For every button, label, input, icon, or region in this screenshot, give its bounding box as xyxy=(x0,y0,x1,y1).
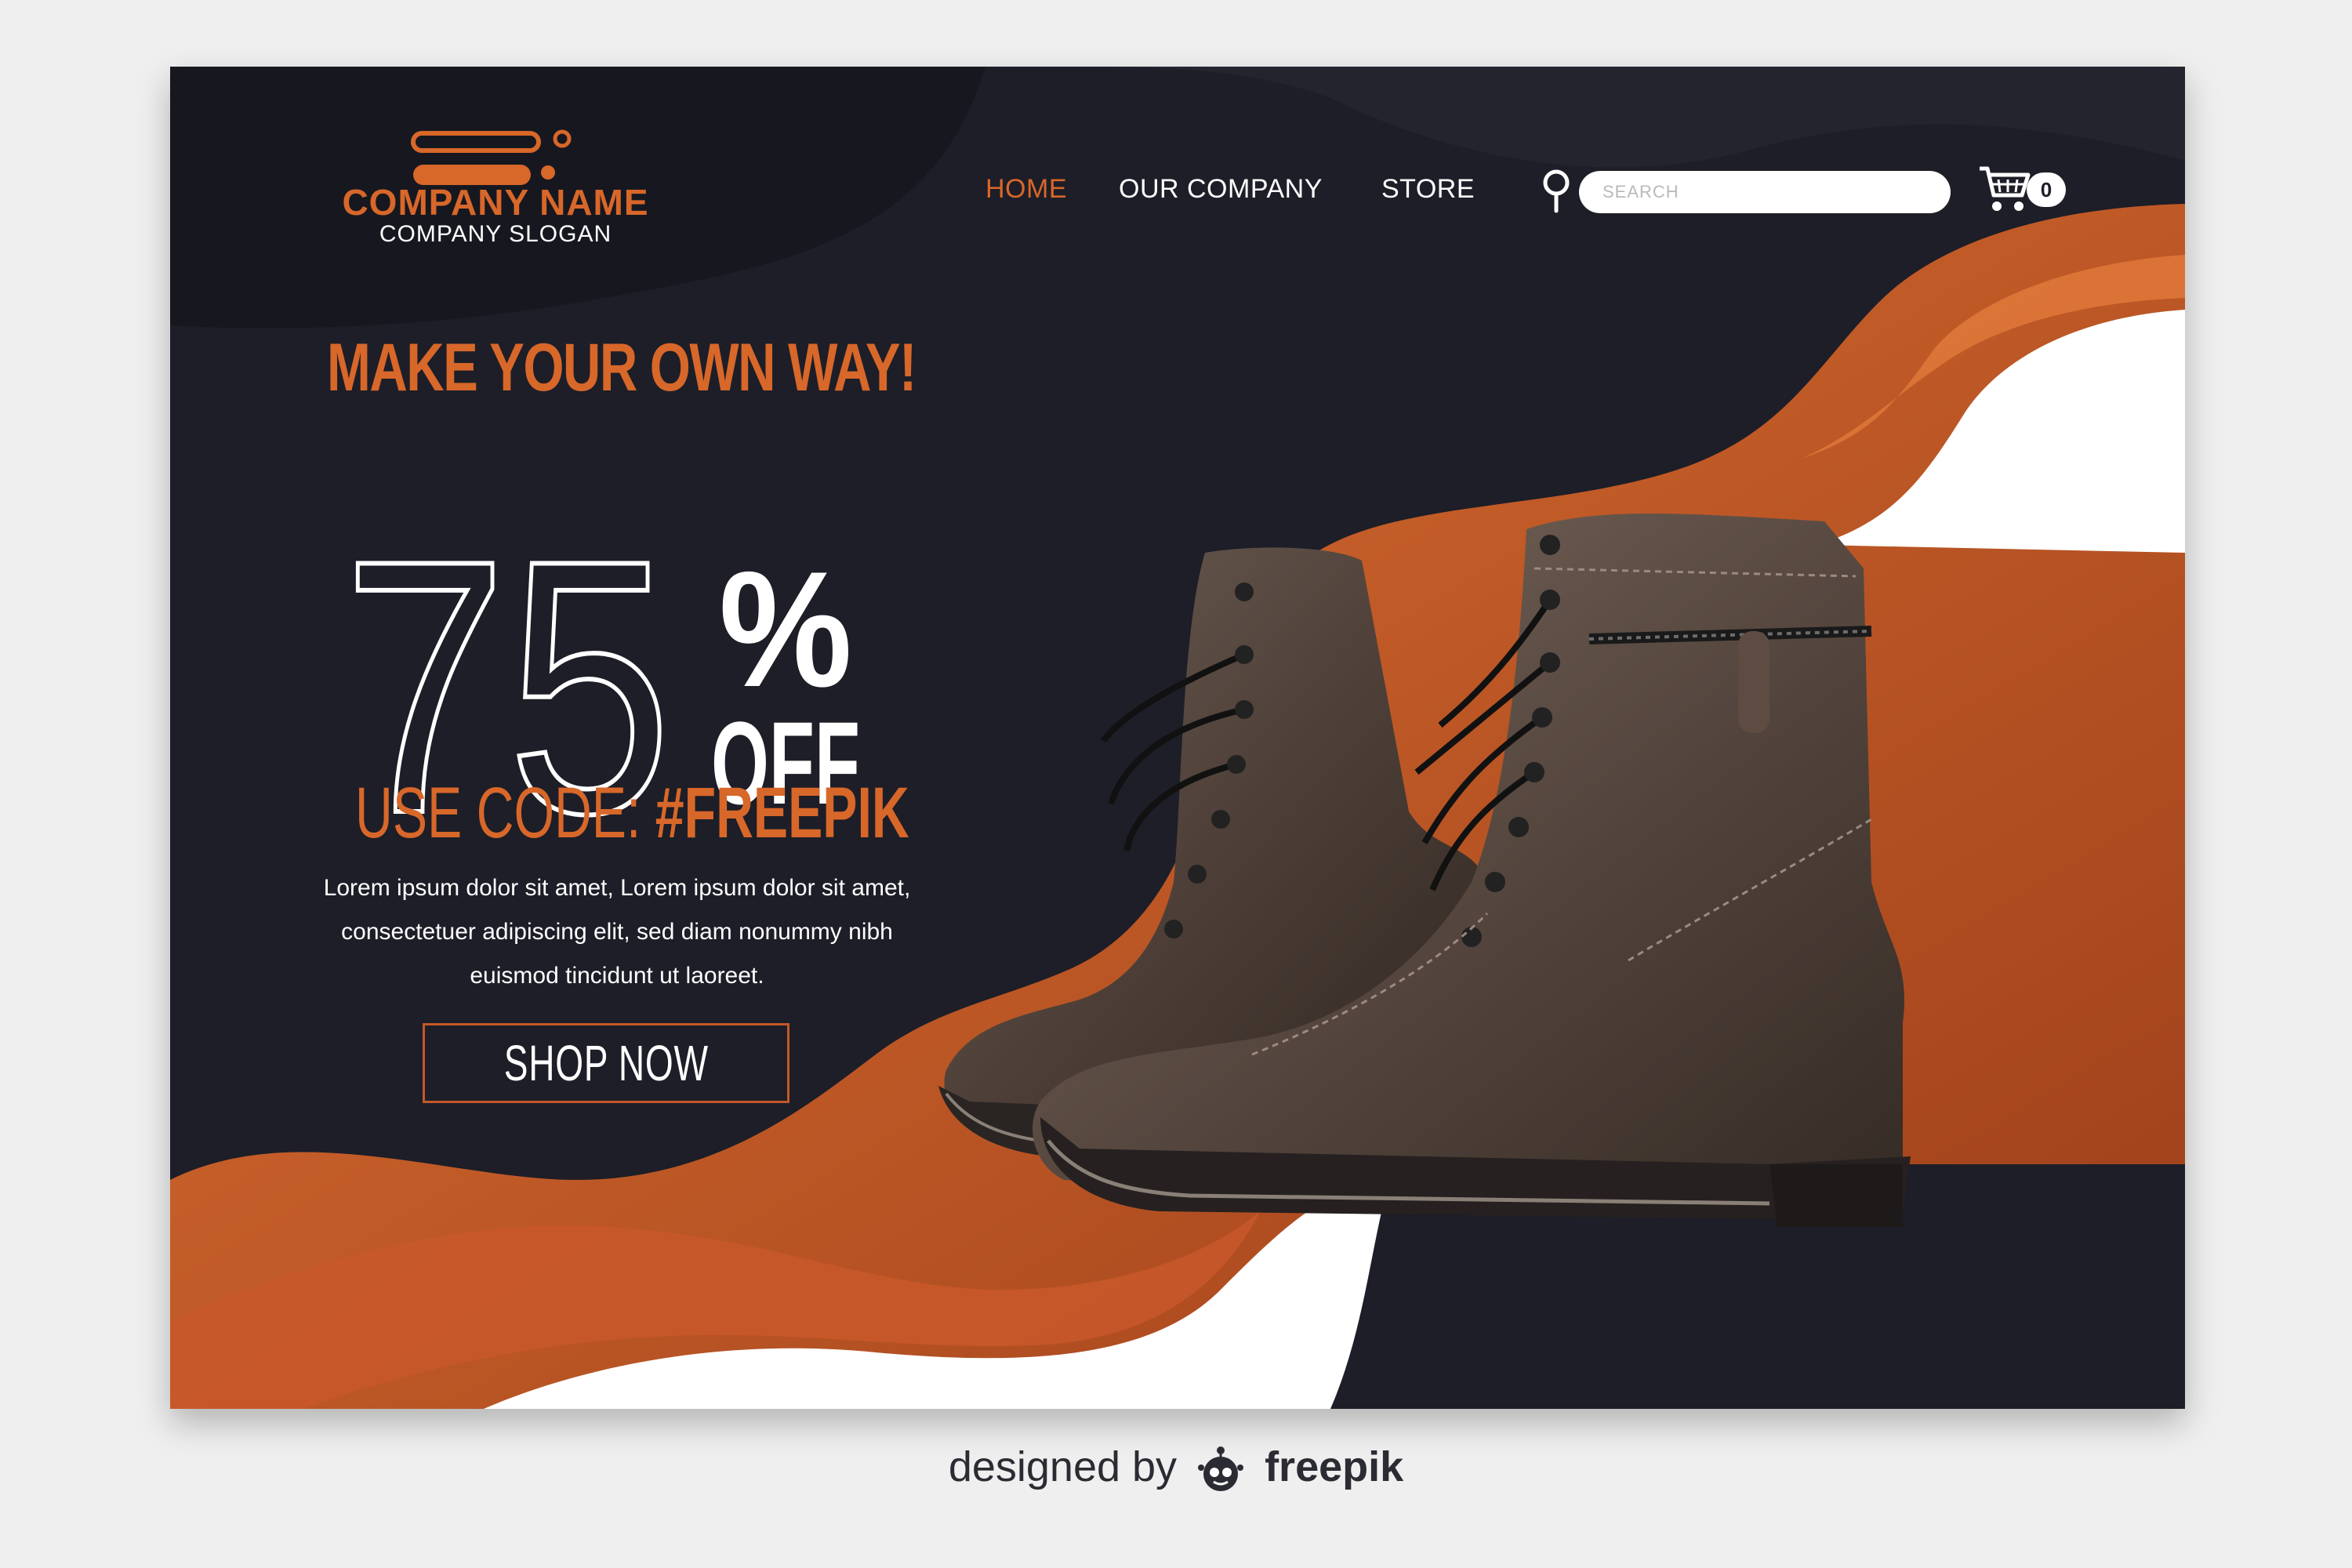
hero-headline: MAKE YOUR OWN WAY! xyxy=(327,330,916,405)
freepik-icon xyxy=(1198,1446,1244,1491)
nav-store[interactable]: STORE xyxy=(1381,174,1475,205)
shop-now-button[interactable]: SHOP NOW xyxy=(423,1023,789,1103)
footer-brand: freepik xyxy=(1265,1443,1404,1490)
boots-product-image xyxy=(938,514,1911,1227)
promo-prefix: USE CODE: xyxy=(355,773,655,853)
company-name: COMPANY NAME xyxy=(342,182,649,223)
footer-credit: designed by freepik xyxy=(0,1443,2352,1496)
cart-icon[interactable] xyxy=(1978,164,2033,214)
shop-now-label: SHOP NOW xyxy=(503,1035,709,1091)
cart-count-badge: 0 xyxy=(2027,172,2066,207)
hero-description: Lorem ipsum dolor sit amet, Lorem ipsum … xyxy=(323,875,911,989)
landing-page: COMPANY NAME COMPANY SLOGAN HOME OUR COM… xyxy=(170,67,2185,1409)
search-icon[interactable] xyxy=(1538,167,1574,214)
promo-code: #FREEPIK xyxy=(655,773,909,853)
company-slogan: COMPANY SLOGAN xyxy=(379,221,612,247)
nav-our-company[interactable]: OUR COMPANY xyxy=(1119,174,1323,205)
promo-code-line: USE CODE: #FREEPIK xyxy=(355,772,909,855)
search-input[interactable] xyxy=(1579,171,1951,213)
footer-prefix: designed by xyxy=(948,1443,1178,1490)
percent-sign: % xyxy=(719,537,852,721)
nav-home[interactable]: HOME xyxy=(985,174,1067,205)
